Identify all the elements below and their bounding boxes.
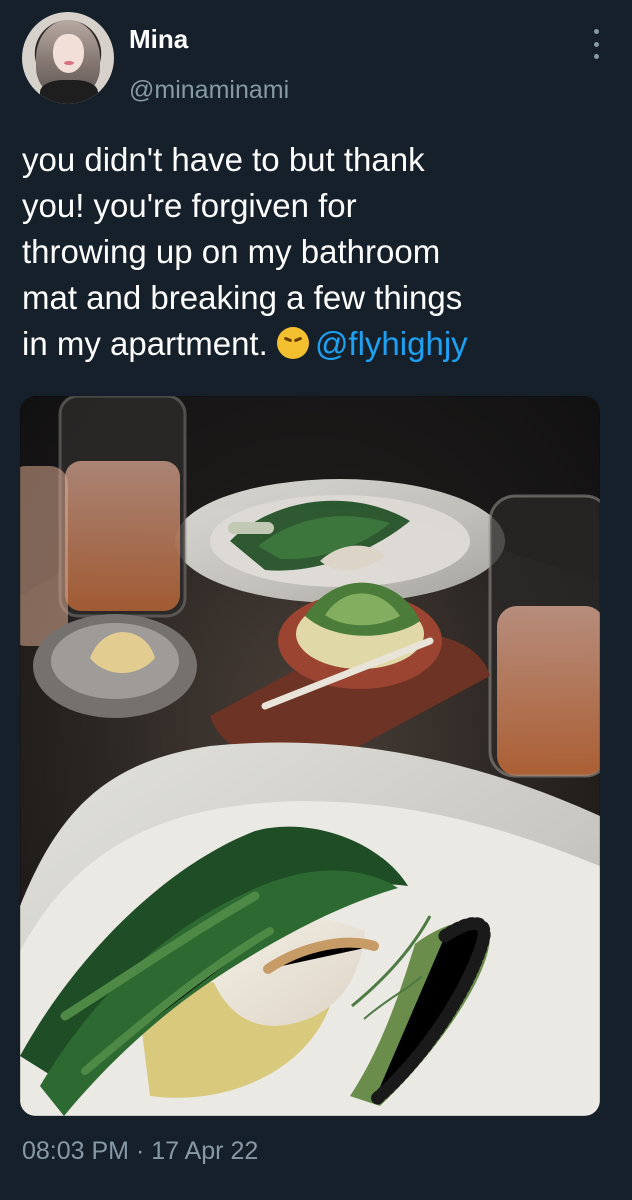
more-dot bbox=[593, 29, 599, 34]
tweet: Mina @minaminami you didn't have to but … bbox=[0, 0, 632, 1200]
more-dot bbox=[593, 54, 599, 59]
avatar-body bbox=[40, 80, 98, 104]
tweet-text: you didn't have to but thank you! you're… bbox=[22, 137, 618, 367]
more-options-icon[interactable] bbox=[588, 29, 604, 59]
persevering-face-icon bbox=[276, 327, 309, 359]
avatar-face bbox=[53, 34, 84, 73]
profile-handle[interactable]: @minaminami bbox=[129, 75, 289, 105]
more-dot bbox=[593, 41, 599, 47]
tweet-timestamp[interactable]: 08:03 PM · 17 Apr 22 bbox=[22, 1136, 258, 1166]
food-photo-illustration bbox=[20, 396, 600, 1116]
profile-avatar[interactable] bbox=[22, 12, 114, 104]
profile-name[interactable]: Mina bbox=[129, 24, 188, 54]
tweet-photo[interactable] bbox=[20, 396, 600, 1116]
mention-link[interactable]: @flyhighjy bbox=[315, 325, 468, 362]
avatar-lips bbox=[64, 61, 74, 65]
